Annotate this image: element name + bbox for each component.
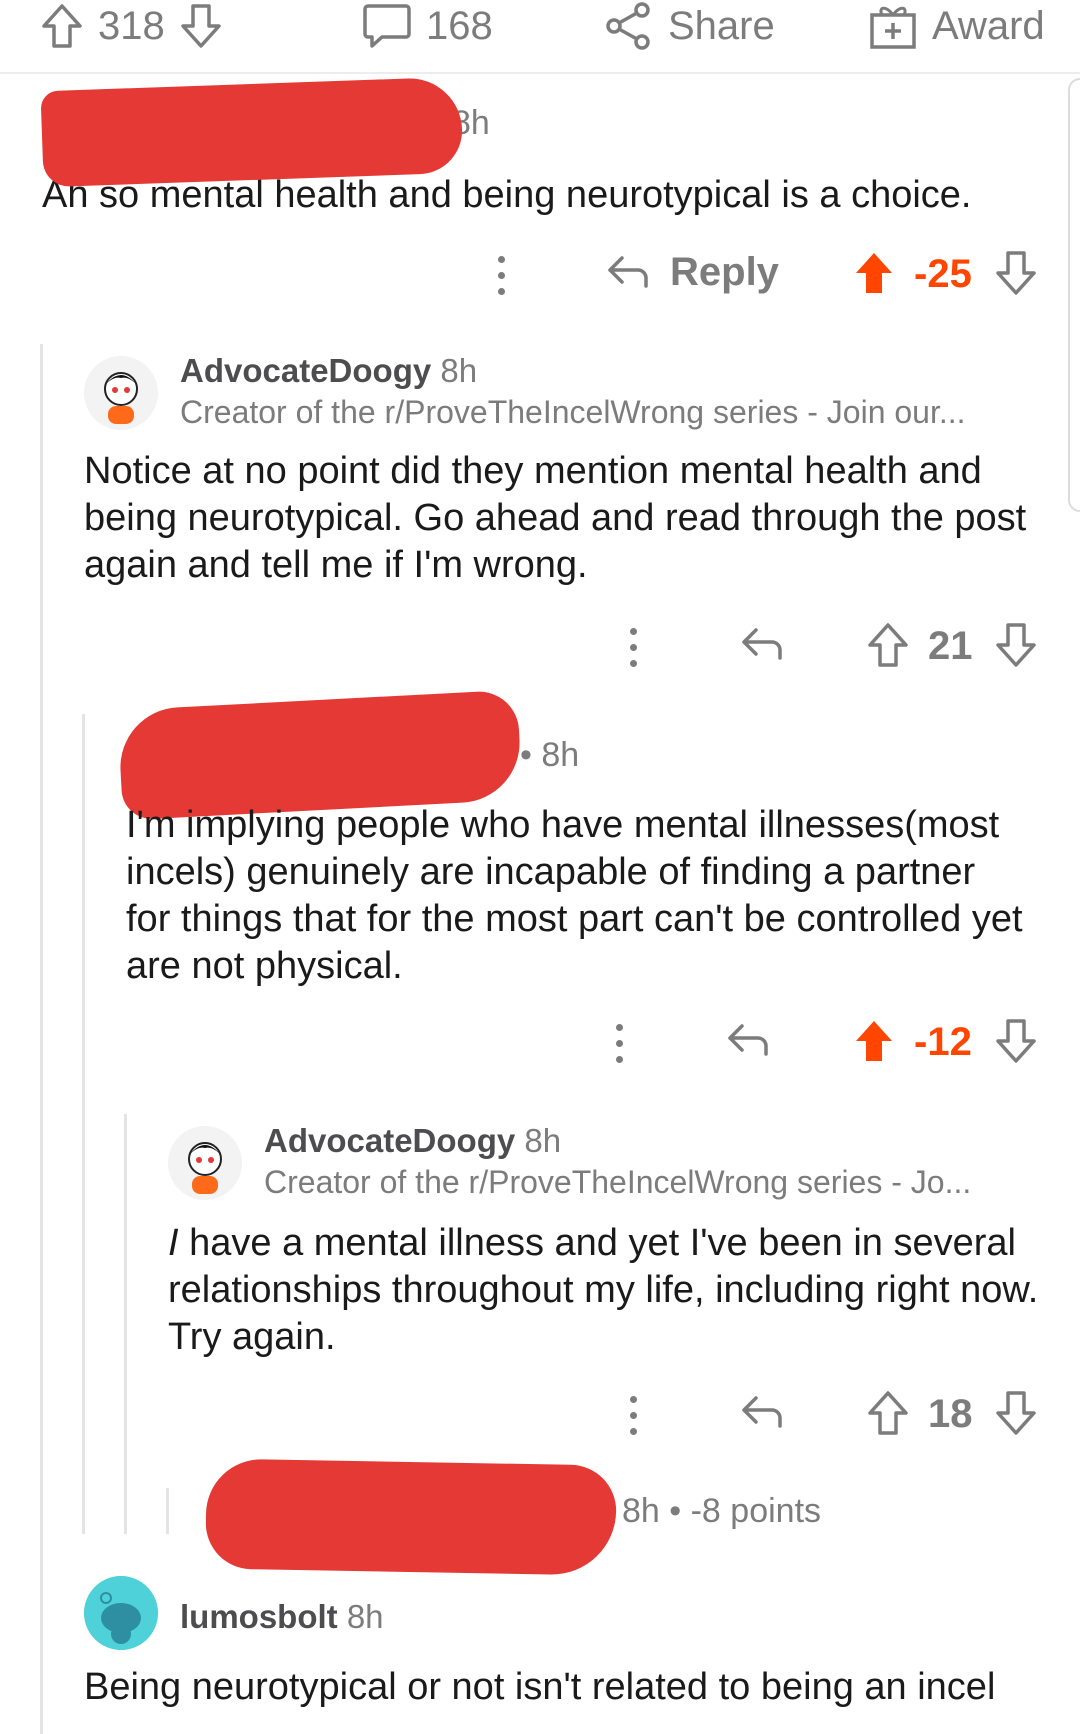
upvote-arrow-icon[interactable] xyxy=(866,622,910,668)
comment-body: Notice at no point did they mention ment… xyxy=(84,450,1027,586)
upvote-active-icon[interactable] xyxy=(852,1018,896,1064)
redaction-mark xyxy=(117,689,523,821)
comment-score: 21 xyxy=(928,624,973,668)
reply-arrow-icon[interactable] xyxy=(740,624,784,662)
thread-line xyxy=(40,344,43,1734)
comment-score: -12 xyxy=(914,1020,972,1064)
reply-arrow-icon[interactable] xyxy=(606,252,650,290)
downvote-arrow-icon[interactable] xyxy=(179,3,223,49)
redaction-mark xyxy=(205,1458,617,1576)
thread-line xyxy=(124,1114,127,1534)
more-options-icon[interactable] xyxy=(630,628,638,668)
post-vote-count: 318 xyxy=(98,3,165,48)
more-options-icon[interactable] xyxy=(630,1396,638,1436)
upvote-active-icon[interactable] xyxy=(852,250,896,296)
comment-body: I have a mental illness and yet I've bee… xyxy=(168,1222,1039,1358)
share-icon xyxy=(604,1,654,51)
more-options-icon[interactable] xyxy=(498,256,506,296)
thread-line xyxy=(166,1488,169,1534)
award-label: Award xyxy=(932,3,1045,48)
comment-score: -25 xyxy=(914,252,972,296)
reply-button[interactable]: Reply xyxy=(670,250,779,295)
thread-line xyxy=(82,714,85,1534)
comment-author[interactable]: AdvocateDoogy 8h xyxy=(180,352,477,390)
user-flair: Creator of the r/ProveTheIncelWrong seri… xyxy=(180,394,966,430)
upvote-arrow-icon[interactable] xyxy=(866,1390,910,1436)
award-gift-icon xyxy=(868,1,918,51)
downvote-arrow-icon[interactable] xyxy=(994,1390,1038,1436)
award-button[interactable]: Award xyxy=(868,0,1045,52)
post-action-bar: 318 168 Share Award xyxy=(0,0,1080,74)
avatar[interactable] xyxy=(84,1576,158,1650)
scrollbar[interactable] xyxy=(1068,78,1080,512)
share-label: Share xyxy=(668,3,775,48)
emphasized-word: I xyxy=(168,1222,179,1264)
downvote-arrow-icon[interactable] xyxy=(994,622,1038,668)
upvote-arrow-icon[interactable] xyxy=(40,3,84,49)
comment-body: Being neurotypical or not isn't related … xyxy=(84,1666,996,1708)
comment-bubble-icon xyxy=(362,2,412,50)
more-options-icon[interactable] xyxy=(616,1024,624,1064)
reply-arrow-icon[interactable] xyxy=(740,1392,784,1430)
redaction-mark xyxy=(40,76,464,188)
user-flair: Creator of the r/ProveTheIncelWrong seri… xyxy=(264,1164,972,1200)
comment-author[interactable]: lumosbolt 8h xyxy=(180,1598,384,1636)
comment-author[interactable]: AdvocateDoogy 8h xyxy=(264,1122,561,1160)
post-vote-group: 318 xyxy=(40,0,223,52)
avatar[interactable] xyxy=(84,356,158,430)
collapsed-meta: 8h • -8 points xyxy=(622,1492,822,1530)
avatar[interactable] xyxy=(168,1126,242,1200)
reply-arrow-icon[interactable] xyxy=(726,1020,770,1058)
downvote-arrow-icon[interactable] xyxy=(994,1018,1038,1064)
share-button[interactable]: Share xyxy=(604,0,775,52)
comment-body: I'm implying people who have mental illn… xyxy=(126,804,1023,987)
comment-count: 168 xyxy=(426,3,493,48)
comment-score: 18 xyxy=(928,1392,973,1436)
downvote-arrow-icon[interactable] xyxy=(994,250,1038,296)
comments-button[interactable]: 168 xyxy=(362,0,493,52)
comment-time: • 8h xyxy=(520,736,580,774)
